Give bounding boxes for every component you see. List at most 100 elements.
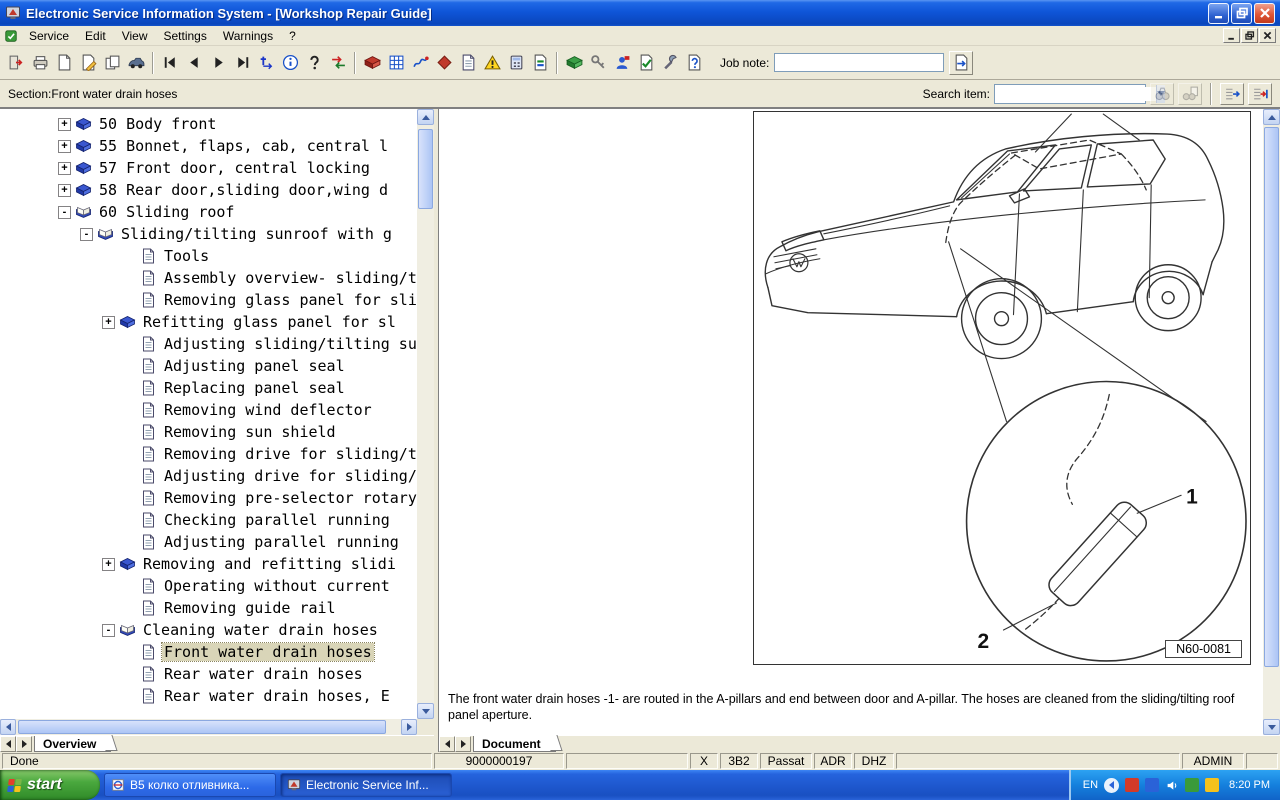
document-vertical-scrollbar[interactable]	[1263, 109, 1280, 735]
tree-item[interactable]: Removing guide rail	[0, 597, 417, 619]
menu-view[interactable]: View	[114, 27, 156, 45]
help-button[interactable]	[302, 51, 326, 75]
tree-item[interactable]: -Sliding/tilting sunroof with g	[0, 223, 417, 245]
mdi-restore-button[interactable]	[1241, 28, 1258, 43]
tab-document[interactable]: Document	[473, 736, 556, 752]
tree-expander-icon[interactable]: +	[102, 558, 115, 571]
tree-item[interactable]: +57 Front door, central locking	[0, 157, 417, 179]
tree-item[interactable]: Removing drive for sliding/t	[0, 443, 417, 465]
minimize-button[interactable]	[1208, 3, 1229, 24]
job-note-edit-button[interactable]	[949, 51, 973, 75]
flow-diagrams-button[interactable]	[408, 51, 432, 75]
parts-catalogue-button[interactable]	[384, 51, 408, 75]
edit-document-button[interactable]	[76, 51, 100, 75]
tree-item[interactable]: +58 Rear door,sliding door,wing d	[0, 179, 417, 201]
mdi-minimize-button[interactable]	[1223, 28, 1240, 43]
previous-document-button[interactable]	[182, 51, 206, 75]
vertical-scroll-thumb[interactable]	[1264, 127, 1279, 667]
tree-expander-icon[interactable]: +	[102, 316, 115, 329]
tree-item[interactable]: Adjusting parallel running	[0, 531, 417, 553]
scroll-right-button[interactable]	[401, 719, 417, 735]
tree-expander-icon[interactable]: +	[58, 162, 71, 175]
tree-item-selected[interactable]: Front water drain hoses	[0, 641, 417, 663]
information-button[interactable]	[278, 51, 302, 75]
repair-manuals-button[interactable]	[360, 51, 384, 75]
tray-shield-icon[interactable]	[1185, 778, 1199, 792]
tree-item[interactable]: Checking parallel running	[0, 509, 417, 531]
scroll-down-button[interactable]	[1263, 719, 1280, 735]
tree-item[interactable]: -60 Sliding roof	[0, 201, 417, 223]
first-document-button[interactable]	[158, 51, 182, 75]
mdi-close-button[interactable]	[1259, 28, 1276, 43]
tree-item[interactable]: Operating without current	[0, 575, 417, 597]
tree-item[interactable]: Removing glass panel for sli	[0, 289, 417, 311]
search-item-input[interactable]	[995, 87, 1156, 101]
taskbar-task-browser[interactable]: B5 колко отливника...	[104, 773, 276, 797]
language-indicator[interactable]: EN	[1083, 779, 1098, 791]
next-document-button[interactable]	[206, 51, 230, 75]
maintenance-tables-button[interactable]	[528, 51, 552, 75]
tray-messenger-icon[interactable]	[1145, 778, 1159, 792]
vehicle-identification-button[interactable]	[124, 51, 148, 75]
new-document-button[interactable]	[52, 51, 76, 75]
key-number-button[interactable]	[586, 51, 610, 75]
exit-button[interactable]	[4, 51, 28, 75]
tree-item[interactable]: Replacing panel seal	[0, 377, 417, 399]
tab-scroll-left-button[interactable]	[439, 736, 455, 752]
test-protocol-button[interactable]	[634, 51, 658, 75]
title-bar[interactable]: Electronic Service Information System - …	[0, 0, 1280, 26]
scroll-up-button[interactable]	[417, 109, 434, 125]
tree-item[interactable]: Removing pre-selector rotary	[0, 487, 417, 509]
start-button[interactable]: start	[0, 770, 100, 800]
tree-item[interactable]: Removing wind deflector	[0, 399, 417, 421]
tree-item[interactable]: Assembly overview- sliding/t	[0, 267, 417, 289]
tree-item[interactable]: Tools	[0, 245, 417, 267]
tree-expander-icon[interactable]: +	[58, 184, 71, 197]
warnings-button[interactable]	[480, 51, 504, 75]
technical-bulletins-button[interactable]	[432, 51, 456, 75]
first-hit-button[interactable]	[1220, 83, 1244, 105]
restore-button[interactable]	[1231, 3, 1252, 24]
exchange-button[interactable]	[326, 51, 350, 75]
search-button[interactable]	[1150, 83, 1174, 105]
tree-expander-icon[interactable]: -	[80, 228, 93, 241]
menu-warnings[interactable]: Warnings	[215, 27, 281, 45]
last-hit-button[interactable]	[1248, 83, 1272, 105]
tree-item[interactable]: Rear water drain hoses	[0, 663, 417, 685]
scroll-left-button[interactable]	[0, 719, 16, 735]
tab-overview[interactable]: Overview	[34, 736, 111, 752]
copy-document-button[interactable]	[100, 51, 124, 75]
service-schedules-button[interactable]	[562, 51, 586, 75]
tree-item[interactable]: -Cleaning water drain hoses	[0, 619, 417, 641]
tree-item[interactable]: Rear water drain hoses, E	[0, 685, 417, 707]
tab-scroll-right-button[interactable]	[16, 736, 32, 752]
print-button[interactable]	[28, 51, 52, 75]
tree-expander-icon[interactable]: -	[102, 624, 115, 637]
horizontal-scroll-thumb[interactable]	[18, 720, 386, 734]
tree-item[interactable]: +50 Body front	[0, 113, 417, 135]
last-document-button[interactable]	[230, 51, 254, 75]
tree-item[interactable]: Removing sun shield	[0, 421, 417, 443]
tree-expander-icon[interactable]: +	[58, 140, 71, 153]
customer-data-button[interactable]	[610, 51, 634, 75]
document-list-button[interactable]	[456, 51, 480, 75]
menu-service[interactable]: Service	[21, 27, 77, 45]
tree-expander-icon[interactable]: +	[58, 118, 71, 131]
search-item-combobox[interactable]	[994, 84, 1146, 104]
tab-scroll-left-button[interactable]	[0, 736, 16, 752]
tree-item[interactable]: +Removing and refitting slidi	[0, 553, 417, 575]
tree-vertical-scrollbar[interactable]	[417, 109, 434, 719]
tree-item[interactable]: +Refitting glass panel for sl	[0, 311, 417, 333]
tree-item[interactable]: Adjusting panel seal	[0, 355, 417, 377]
hide-icons-chevron[interactable]	[1104, 778, 1119, 793]
tree-item[interactable]: Adjusting sliding/tilting su	[0, 333, 417, 355]
tree-item[interactable]: +55 Bonnet, flaps, cab, central l	[0, 135, 417, 157]
job-note-input[interactable]	[774, 53, 944, 72]
tray-updates-icon[interactable]	[1205, 778, 1219, 792]
menu-settings[interactable]: Settings	[156, 27, 215, 45]
tray-volume-icon[interactable]	[1165, 778, 1179, 792]
tree-horizontal-scrollbar[interactable]	[0, 719, 417, 735]
tree-expander-icon[interactable]: -	[58, 206, 71, 219]
menu-edit[interactable]: Edit	[77, 27, 114, 45]
menu-help[interactable]: ?	[281, 27, 304, 45]
